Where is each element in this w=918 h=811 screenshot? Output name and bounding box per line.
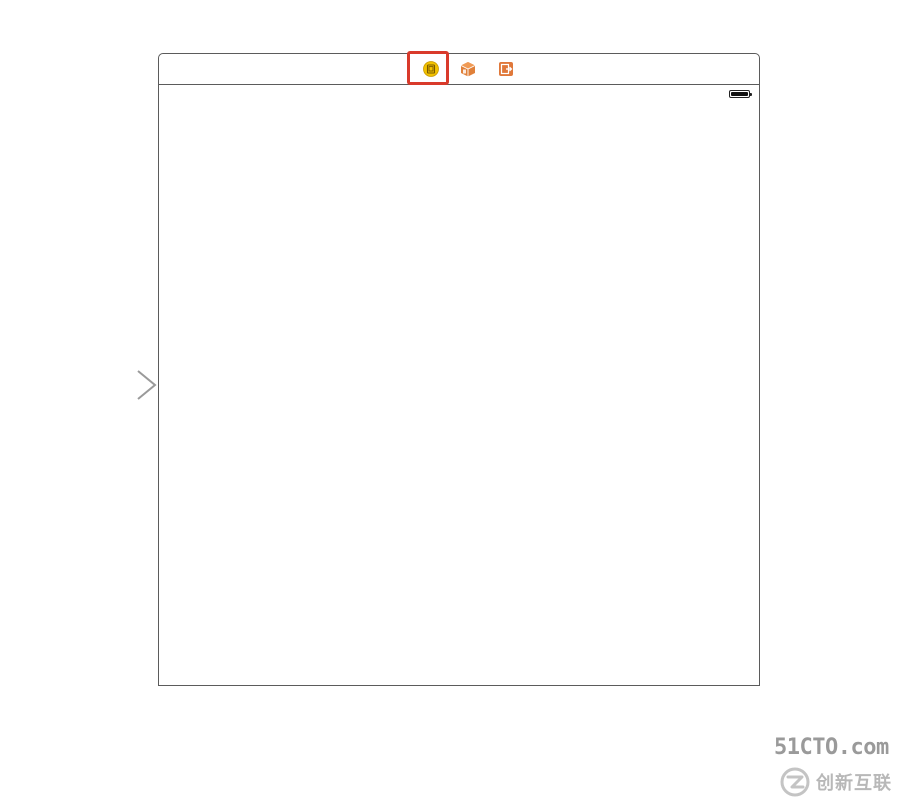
brand-watermark: 创新互联	[780, 766, 892, 798]
scene-dock	[159, 51, 759, 85]
view-controller-icon[interactable]	[423, 61, 439, 77]
brand-logo-icon	[780, 767, 810, 797]
brand-logo-text: 创新互联	[816, 773, 892, 794]
view-controller-view[interactable]	[159, 85, 759, 685]
battery-icon	[729, 90, 752, 98]
storyboard-canvas: 51CTO.com 创新互联	[0, 0, 918, 811]
view-controller-scene[interactable]	[158, 51, 760, 686]
exit-icon[interactable]	[498, 61, 514, 77]
site-watermark: 51CTO.com	[774, 735, 889, 760]
entry-arrow-icon[interactable]	[60, 368, 160, 404]
first-responder-icon[interactable]	[460, 61, 476, 77]
